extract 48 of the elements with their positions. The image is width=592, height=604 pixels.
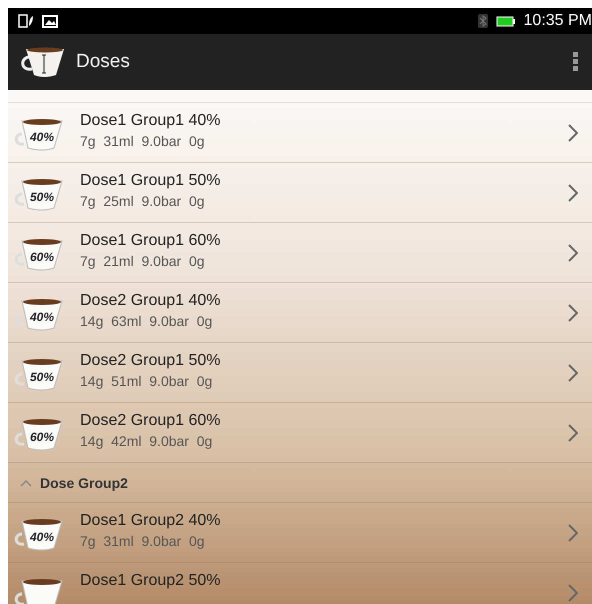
cup-label: 50%: [30, 190, 54, 204]
dose-details: 7g 21ml 9.0bar 0g: [80, 253, 206, 269]
dose-details: 14g 63ml 9.0bar 0g: [80, 313, 214, 329]
dose-details: 7g 31ml 9.0bar 0g: [80, 533, 206, 549]
chevron-right-icon: [568, 244, 578, 262]
chevron-right-icon: [568, 524, 578, 542]
image-icon: [42, 14, 58, 28]
dose-details: 7g 31ml 9.0bar 0g: [80, 133, 206, 149]
dose-details: 14g 51ml 9.0bar 0g: [80, 373, 214, 389]
dose-title: Dose2 Group1 60%: [80, 412, 222, 430]
dose-row[interactable]: 50% Dose1 Group1 50% 7g 25ml 9.0bar 0g: [8, 163, 592, 223]
dose-details: 14g 42ml 9.0bar 0g: [80, 433, 214, 449]
screen-title: Doses: [76, 51, 131, 73]
chevron-right-icon: [568, 304, 578, 322]
cup-label: 40%: [30, 130, 54, 144]
cup-label: 60%: [30, 250, 54, 264]
cup-label: 40%: [30, 530, 54, 544]
dose-row[interactable]: Dose1 Group2 50%: [8, 563, 592, 604]
chevron-right-icon: [568, 364, 578, 382]
clock-time: 10:35 PM: [524, 12, 592, 30]
chevron-right-icon: [568, 124, 578, 142]
dose-title: Dose2 Group1 40%: [80, 292, 222, 310]
dose-row[interactable]: 40% Dose1 Group1 40% 7g 31ml 9.0bar 0g: [8, 103, 592, 163]
dose-title: Dose1 Group1 50%: [80, 172, 222, 190]
battery-icon: [496, 16, 516, 26]
chevron-right-icon: [568, 424, 578, 442]
chevron-right-icon: [568, 184, 578, 202]
dose-title: Dose1 Group1 60%: [80, 232, 222, 250]
dose-row[interactable]: 60% Dose1 Group1 60% 7g 21ml 9.0bar 0g: [8, 223, 592, 283]
overflow-menu-icon[interactable]: [573, 52, 578, 72]
bluetooth-icon: [478, 14, 488, 28]
dose-row[interactable]: 50% Dose2 Group1 50% 14g 51ml 9.0bar 0g: [8, 343, 592, 403]
dose-title: Dose1 Group1 40%: [80, 112, 222, 130]
dose-row[interactable]: 40% Dose2 Group1 40% 14g 63ml 9.0bar 0g: [8, 283, 592, 343]
cup-label: 60%: [30, 430, 54, 444]
cup-label: 50%: [30, 370, 54, 384]
chevron-right-icon: [568, 584, 578, 602]
dose-title: Dose1 Group2 40%: [80, 512, 222, 530]
dose-details: 7g 25ml 9.0bar 0g: [80, 193, 206, 209]
dose-row[interactable]: 40% Dose1 Group2 40% 7g 31ml 9.0bar 0g: [8, 503, 592, 563]
cup-label: 40%: [30, 310, 54, 324]
dose-row[interactable]: 60% Dose2 Group1 60% 14g 42ml 9.0bar 0g: [8, 403, 592, 463]
battery-saver-icon: [18, 14, 34, 28]
group-header[interactable]: Dose Group2: [8, 463, 592, 503]
collapse-icon: [20, 478, 32, 486]
dose-title: Dose2 Group1 50%: [80, 352, 222, 370]
group-title: Dose Group2: [40, 474, 128, 490]
dose-title: Dose1 Group2 50%: [80, 572, 222, 590]
